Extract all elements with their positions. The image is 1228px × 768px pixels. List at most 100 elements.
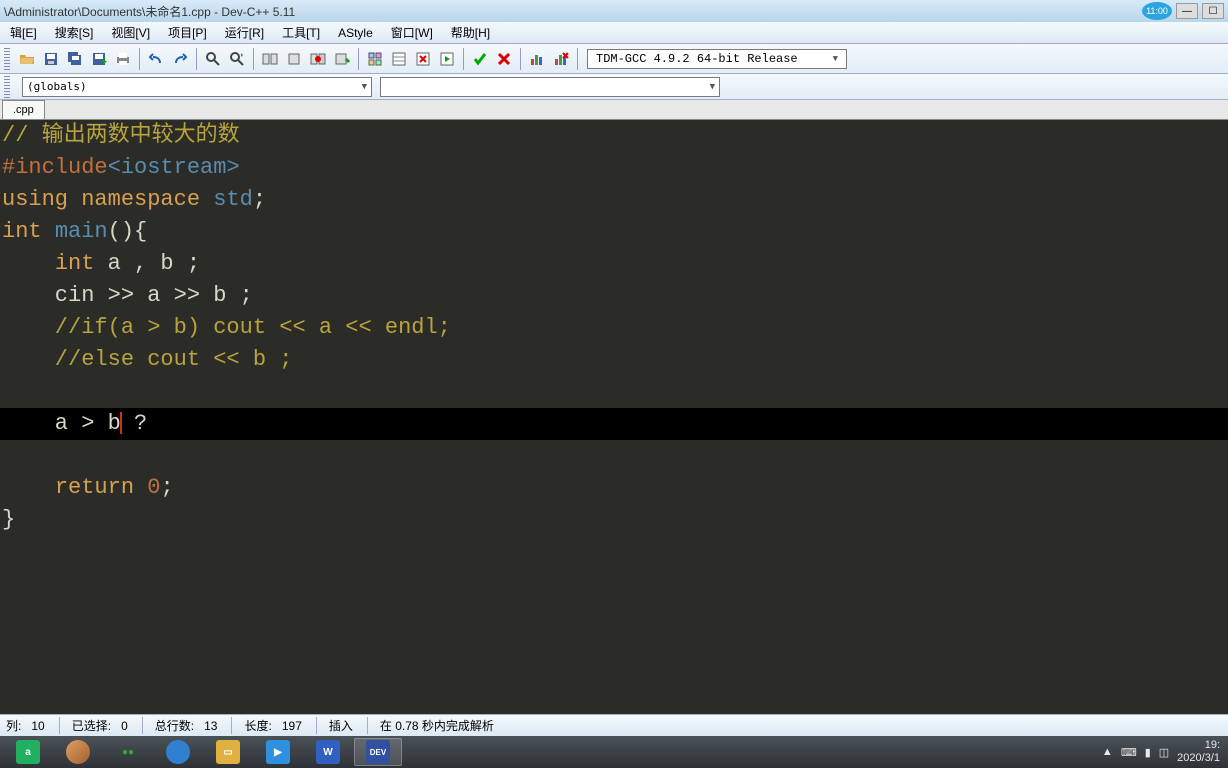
status-mode: 插入: [329, 719, 353, 733]
code-num: 0: [147, 475, 160, 500]
system-tray[interactable]: ▲ ⌨ ▮ ◫ 19: 2020/3/1: [1102, 739, 1224, 765]
code-text: a , b ;: [94, 251, 200, 276]
window-title: \Administrator\Documents\未命名1.cpp - Dev-…: [4, 3, 295, 20]
delete-profile-button[interactable]: [412, 48, 434, 70]
code-kw: using: [2, 187, 68, 212]
minimize-button[interactable]: —: [1176, 3, 1198, 19]
chevron-down-icon: ▼: [710, 82, 715, 92]
chart-button[interactable]: [526, 48, 548, 70]
redo-button[interactable]: [169, 48, 191, 70]
compiler-select[interactable]: TDM-GCC 4.9.2 64-bit Release ▼: [587, 49, 847, 69]
goto-button[interactable]: [436, 48, 458, 70]
scope-select[interactable]: (globals) ▼: [22, 77, 372, 97]
menu-tools[interactable]: 工具[T]: [274, 22, 328, 43]
text-cursor: [120, 412, 122, 434]
code-comment: // 输出两数中较大的数: [2, 123, 240, 148]
code-kw: return: [55, 475, 134, 500]
save-button[interactable]: [40, 48, 62, 70]
code-editor[interactable]: // 输出两数中较大的数 #include<iostream> using na…: [0, 120, 1228, 714]
replace-button[interactable]: [226, 48, 248, 70]
rebuild-button[interactable]: [331, 48, 353, 70]
code-preproc: #include: [2, 155, 108, 180]
check-syntax-button[interactable]: [469, 48, 491, 70]
code-kw: namespace: [81, 187, 200, 212]
code-comment: //if(a > b) cout << a << endl;: [2, 315, 451, 340]
menu-run[interactable]: 运行[R]: [217, 22, 272, 43]
menu-astyle[interactable]: AStyle: [330, 24, 381, 42]
tray-up-icon[interactable]: ▲: [1102, 746, 1113, 758]
print-button[interactable]: [112, 48, 134, 70]
tray-clock[interactable]: 19: 2020/3/1: [1177, 739, 1220, 765]
task-media[interactable]: ▶: [254, 738, 302, 766]
code-comment: //else cout << b ;: [2, 347, 292, 372]
statusbar: 列: 10 已选择: 0 总行数: 13 长度: 197 插入 在 0.78 秒…: [0, 714, 1228, 736]
toolbar-scope: (globals) ▼ ▼: [0, 74, 1228, 100]
toolbar-grip[interactable]: [4, 48, 10, 70]
status-len-label: 长度:: [244, 719, 271, 733]
network-icon[interactable]: ◫: [1159, 746, 1169, 759]
task-browser[interactable]: [154, 738, 202, 766]
code-func: main: [55, 219, 108, 244]
code-text: a > b: [2, 411, 121, 436]
code-ns: std: [213, 187, 253, 212]
profile-button[interactable]: [388, 48, 410, 70]
keyboard-icon[interactable]: ⌨: [1121, 746, 1137, 759]
menubar: 辑[E] 搜索[S] 视图[V] 项目[P] 运行[R] 工具[T] AStyl…: [0, 22, 1228, 44]
run-button[interactable]: [283, 48, 305, 70]
status-len-value: 197: [282, 719, 302, 733]
code-text: cin >> a >> b ;: [2, 283, 253, 308]
open-button[interactable]: [16, 48, 38, 70]
tab-label: .cpp: [13, 104, 34, 116]
titlebar: \Administrator\Documents\未命名1.cpp - Dev-…: [0, 0, 1228, 22]
debug-button[interactable]: [364, 48, 386, 70]
save-all-button[interactable]: [64, 48, 86, 70]
code-type: int: [2, 219, 42, 244]
task-devcpp[interactable]: DEV: [354, 738, 402, 766]
tab-file-active[interactable]: .cpp: [2, 100, 45, 119]
member-select[interactable]: ▼: [380, 77, 720, 97]
close-issue-button[interactable]: [493, 48, 515, 70]
scope-selected-text: (globals): [27, 80, 87, 93]
task-wechat[interactable]: ●●: [104, 738, 152, 766]
toolbar-grip-2[interactable]: [4, 76, 10, 98]
windows-taskbar: a ●● ▭ ▶ W DEV ▲ ⌨ ▮ ◫ 19: 2020/3/1: [0, 736, 1228, 768]
compiler-selected-text: TDM-GCC 4.9.2 64-bit Release: [596, 52, 798, 66]
code-active-line: a > b ?: [0, 408, 1228, 440]
maximize-button[interactable]: ☐: [1202, 3, 1224, 19]
code-include: <iostream>: [108, 155, 240, 180]
status-parse: 在 0.78 秒内完成解析: [380, 719, 494, 733]
status-sel-value: 0: [121, 719, 128, 733]
status-col-label: 列:: [6, 719, 21, 733]
menu-edit[interactable]: 辑[E]: [2, 22, 45, 43]
menu-search[interactable]: 搜索[S]: [47, 22, 102, 43]
code-text: ?: [121, 411, 147, 436]
code-type: int: [55, 251, 95, 276]
status-lines-value: 13: [204, 719, 217, 733]
chevron-down-icon: ▼: [362, 82, 367, 92]
task-app-1[interactable]: a: [4, 738, 52, 766]
status-sel-label: 已选择:: [72, 719, 111, 733]
menu-project[interactable]: 项目[P]: [160, 22, 215, 43]
chart-delete-button[interactable]: [550, 48, 572, 70]
menu-help[interactable]: 帮助[H]: [443, 22, 498, 43]
undo-button[interactable]: [145, 48, 167, 70]
task-wps[interactable]: W: [304, 738, 352, 766]
status-lines-label: 总行数:: [155, 719, 194, 733]
compile-run-button[interactable]: [307, 48, 329, 70]
menu-view[interactable]: 视图[V]: [103, 22, 158, 43]
chevron-down-icon: ▼: [833, 54, 838, 64]
status-col-value: 10: [31, 719, 44, 733]
tray-date-text: 2020/3/1: [1177, 752, 1220, 765]
menu-window[interactable]: 窗口[W]: [383, 22, 441, 43]
task-explorer[interactable]: ▭: [204, 738, 252, 766]
find-button[interactable]: [202, 48, 224, 70]
file-tabbar: .cpp: [0, 100, 1228, 120]
task-app-2[interactable]: [54, 738, 102, 766]
clock-badge-icon: 11:00: [1142, 2, 1172, 20]
tray-time-text: 19:: [1177, 739, 1220, 752]
compile-button[interactable]: [259, 48, 281, 70]
battery-icon[interactable]: ▮: [1145, 746, 1151, 759]
toolbar-main: TDM-GCC 4.9.2 64-bit Release ▼: [0, 44, 1228, 74]
code-text: }: [2, 507, 15, 532]
save-as-button[interactable]: [88, 48, 110, 70]
